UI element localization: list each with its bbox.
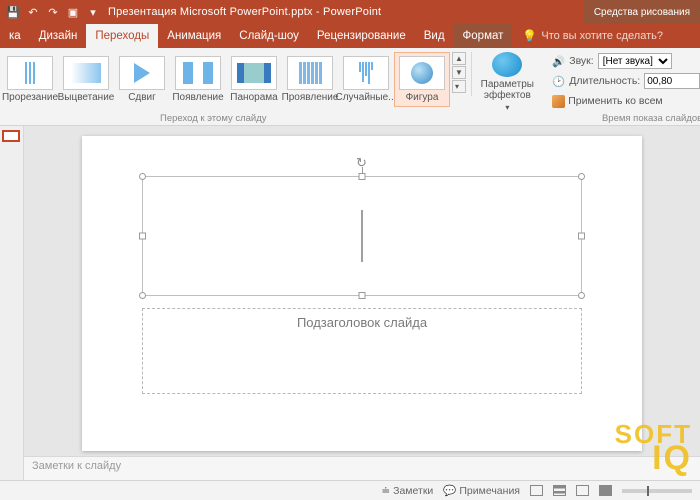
transition-reveal[interactable]: Проявление — [282, 52, 338, 107]
transition-appear[interactable]: Появление — [170, 52, 226, 107]
sound-select[interactable]: [Нет звука] — [598, 53, 672, 69]
status-bar: ≐ Заметки 💬 Примечания — [0, 480, 700, 500]
slide-thumbnails-panel[interactable] — [0, 126, 24, 480]
save-icon[interactable]: 💾 — [6, 5, 20, 19]
title-placeholder[interactable] — [142, 176, 582, 296]
gallery-scroll[interactable]: ▲ ▼ ▾ — [450, 52, 468, 93]
transition-cut[interactable]: Прорезание — [2, 52, 58, 107]
sound-label: Звук: — [569, 55, 593, 67]
resize-handle-w[interactable] — [139, 233, 146, 240]
transition-panorama[interactable]: Панорама — [226, 52, 282, 107]
slide[interactable]: Подзаголовок слайда — [82, 136, 642, 451]
rotate-handle-icon[interactable] — [356, 155, 368, 167]
resize-handle-ne[interactable] — [578, 173, 585, 180]
view-slideshow-icon[interactable] — [599, 485, 612, 496]
ribbon-tabs: ка Дизайн Переходы Анимация Слайд-шоу Ре… — [0, 24, 700, 48]
slide-thumbnail-1[interactable] — [2, 130, 20, 142]
transition-fade[interactable]: Выцветание — [58, 52, 114, 107]
subtitle-text: Подзаголовок слайда — [143, 315, 581, 330]
apply-all-icon — [552, 95, 565, 108]
duration-label: Длительность: — [569, 75, 640, 87]
effect-options-button[interactable]: Параметры эффектов ▾ — [474, 48, 540, 112]
view-normal-icon[interactable] — [530, 485, 543, 496]
view-reading-icon[interactable] — [576, 485, 589, 496]
tab-slideshow[interactable]: Слайд-шоу — [230, 24, 308, 48]
tab-format[interactable]: Формат — [454, 24, 513, 48]
clock-icon: 🕑 — [552, 75, 565, 88]
qat-dropdown-icon[interactable]: ▾ — [86, 5, 100, 19]
tab-animations[interactable]: Анимация — [158, 24, 230, 48]
resize-handle-n[interactable] — [359, 173, 366, 180]
resize-handle-s[interactable] — [359, 292, 366, 299]
effect-options-icon — [492, 52, 522, 77]
ribbon: Прорезание Выцветание Сдвиг Появление Па… — [0, 48, 700, 126]
scroll-up-icon[interactable]: ▲ — [452, 52, 466, 65]
group-label-timing: Время показа слайдов — [602, 113, 700, 124]
workspace: Подзаголовок слайда — [0, 126, 700, 480]
slide-canvas-area[interactable]: Подзаголовок слайда — [24, 126, 700, 480]
resize-handle-nw[interactable] — [139, 173, 146, 180]
quick-access-toolbar: 💾 ↶ ↷ ▣ ▾ — [0, 5, 106, 19]
gallery-more-icon[interactable]: ▾ — [452, 80, 466, 93]
transition-push[interactable]: Сдвиг — [114, 52, 170, 107]
tell-me-placeholder: Что вы хотите сделать? — [541, 30, 663, 42]
notes-placeholder: Заметки к слайду — [32, 460, 121, 472]
zoom-slider[interactable] — [622, 489, 692, 493]
tab-design[interactable]: Дизайн — [30, 24, 87, 48]
tab-partial[interactable]: ка — [0, 24, 30, 48]
lightbulb-icon: 💡 — [522, 29, 537, 43]
notes-pane[interactable]: Заметки к слайду — [24, 456, 700, 480]
text-cursor — [362, 210, 363, 262]
group-transition: Прорезание Выцветание Сдвиг Появление Па… — [0, 48, 540, 125]
tab-review[interactable]: Рецензирование — [308, 24, 415, 48]
tab-view[interactable]: Вид — [415, 24, 454, 48]
status-notes-button[interactable]: ≐ Заметки — [381, 485, 433, 497]
view-sorter-icon[interactable] — [553, 485, 566, 496]
redo-icon[interactable]: ↷ — [46, 5, 60, 19]
transition-gallery: Прорезание Выцветание Сдвиг Появление Па… — [0, 48, 468, 112]
tab-transitions[interactable]: Переходы — [86, 24, 158, 48]
transition-shape[interactable]: Фигура — [394, 52, 450, 107]
scroll-down-icon[interactable]: ▼ — [452, 66, 466, 79]
resize-handle-e[interactable] — [578, 233, 585, 240]
tell-me[interactable]: 💡 Что вы хотите сделать? — [512, 24, 673, 48]
group-label-transition: Переход к этому слайду — [160, 113, 267, 124]
apply-to-all-button[interactable]: Применить ко всем — [552, 92, 700, 110]
status-comments-button[interactable]: 💬 Примечания — [443, 484, 520, 497]
duration-input[interactable] — [644, 73, 700, 89]
group-timing: 🔊 Звук: [Нет звука] 🕑 Длительность: Прим… — [546, 48, 700, 125]
start-slideshow-icon[interactable]: ▣ — [66, 5, 80, 19]
subtitle-placeholder[interactable]: Подзаголовок слайда — [142, 308, 582, 394]
window-title: Презентация Microsoft PowerPoint.pptx - … — [106, 6, 584, 18]
resize-handle-se[interactable] — [578, 292, 585, 299]
resize-handle-sw[interactable] — [139, 292, 146, 299]
title-bar: 💾 ↶ ↷ ▣ ▾ Презентация Microsoft PowerPoi… — [0, 0, 700, 24]
contextual-tab-label: Средства рисования — [584, 0, 700, 24]
sound-icon: 🔊 — [552, 55, 565, 68]
undo-icon[interactable]: ↶ — [26, 5, 40, 19]
dropdown-icon: ▾ — [505, 103, 509, 112]
transition-random[interactable]: Случайные... — [338, 52, 394, 107]
